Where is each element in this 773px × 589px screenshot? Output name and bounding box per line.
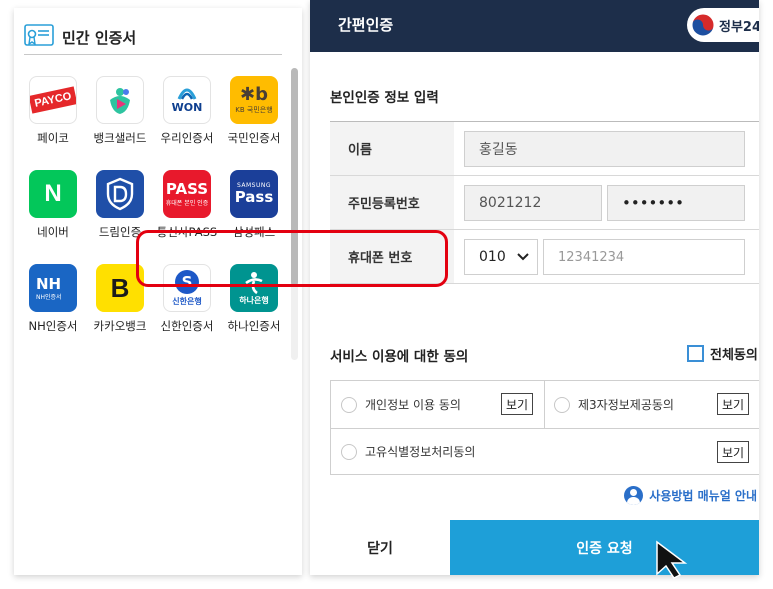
view-button[interactable]: 보기 <box>717 393 749 415</box>
radio-icon <box>554 396 570 413</box>
kb-icon: ✱b KB 국민은행 <box>230 76 278 124</box>
phone-prefix-value: 010 <box>479 249 506 265</box>
user-guide-icon <box>624 486 644 505</box>
app-nh[interactable]: NH NH인증서 NH인증서 <box>20 262 86 342</box>
samsung-pass-icon: SAMSUNG Pass <box>230 170 278 218</box>
app-label: 신한인증서 <box>160 319 214 333</box>
private-cert-panel: 민간 인증서 PAYCO 페이코 뱅크샐러드 WON 우리인증서 ✱b KB 국… <box>14 8 302 575</box>
hana-brand-text: 하나은행 <box>239 295 269 305</box>
banksalad-icon <box>96 76 144 124</box>
nh-icon: NH NH인증서 <box>29 264 77 312</box>
woori-won-icon: WON <box>163 76 211 124</box>
mouse-cursor-icon <box>656 540 688 579</box>
app-label: 카카오뱅크 <box>93 319 147 333</box>
radio-icon <box>341 443 357 460</box>
gov24-logo: 정부24 <box>687 8 759 42</box>
close-button[interactable]: 닫기 <box>310 520 450 575</box>
pass-brand-text: PASS <box>165 180 209 198</box>
checkbox-icon <box>687 345 704 362</box>
rrn-label: 주민등록번호 <box>330 176 454 229</box>
app-banksalad[interactable]: 뱅크샐러드 <box>87 74 153 154</box>
pass-sub-text: 휴대폰 본인 인증 <box>165 200 209 207</box>
header-divider <box>24 54 282 55</box>
pass-icon: PASS 휴대폰 본인 인증 <box>163 170 211 218</box>
shinhan-sub-text: 신한은행 <box>172 296 202 306</box>
app-payco[interactable]: PAYCO 페이코 <box>20 74 86 154</box>
dream-shield-icon <box>96 170 144 218</box>
app-label: 뱅크샐러드 <box>93 131 147 145</box>
auth-request-button[interactable]: 인증 요청 <box>450 520 759 575</box>
rrn-row: 주민등록번호 8021212 ••••••• <box>330 176 759 230</box>
radio-icon <box>341 396 357 413</box>
consent-title: 서비스 이용에 대한 동의 <box>330 349 469 365</box>
rrn-front-field[interactable]: 8021212 <box>464 185 602 221</box>
naver-brand-text: N <box>44 180 62 207</box>
kb-brand-text: KB 국민은행 <box>235 106 273 114</box>
app-label: 페이코 <box>37 131 69 145</box>
consent-label: 제3자정보제공동의 <box>578 398 674 412</box>
app-label: 네이버 <box>37 225 69 239</box>
nh-brand-text: NH <box>36 274 62 293</box>
name-label: 이름 <box>330 122 454 175</box>
consent-unique-id[interactable]: 고유식별정보처리동의 <box>341 428 475 475</box>
nh-sub-text: NH인증서 <box>36 293 62 301</box>
private-cert-header: 민간 인증서 <box>24 18 284 58</box>
name-field[interactable]: 홍길동 <box>464 131 745 167</box>
app-label: 국민인증서 <box>227 131 281 145</box>
simple-auth-panel: 간편인증 정부24 본인인증 정보 입력 이름 홍길동 주민등록번호 80212… <box>310 0 759 575</box>
kakaobank-brand-text: B <box>110 272 130 303</box>
chevron-down-icon <box>517 253 529 261</box>
consent-privacy[interactable]: 개인정보 이용 동의 <box>341 381 461 428</box>
gov24-logo-text: 정부24 <box>719 19 759 35</box>
simple-auth-header: 간편인증 정부24 <box>310 0 759 52</box>
rrn-back-field[interactable]: ••••••• <box>607 185 745 221</box>
naver-icon: N <box>29 170 77 218</box>
certificate-icon <box>24 24 54 46</box>
view-button[interactable]: 보기 <box>501 393 533 415</box>
phone-highlight-outline <box>136 230 448 287</box>
phone-prefix-select[interactable]: 010 <box>464 239 538 275</box>
consent-list: 개인정보 이용 동의 보기 제3자정보제공동의 보기 고유식별정보처리동의 보기 <box>330 380 759 475</box>
manual-link[interactable]: 사용방법 매뉴얼 안내 <box>624 486 757 505</box>
taegeuk-icon <box>691 13 715 37</box>
payco-icon: PAYCO <box>29 76 77 124</box>
manual-link-label: 사용방법 매뉴얼 안내 <box>649 489 757 503</box>
all-consent-label: 전체동의 <box>710 348 758 363</box>
simple-auth-title: 간편인증 <box>338 16 394 34</box>
consent-label: 개인정보 이용 동의 <box>365 398 461 412</box>
private-cert-title: 민간 인증서 <box>62 29 137 47</box>
consent-divider-vertical <box>544 381 545 428</box>
view-button[interactable]: 보기 <box>717 441 749 463</box>
scrollbar[interactable] <box>291 68 298 360</box>
kb-star-icon: ✱b <box>240 84 268 105</box>
consent-third-party[interactable]: 제3자정보제공동의 <box>554 381 674 428</box>
name-row: 이름 홍길동 <box>330 122 759 176</box>
all-consent-checkbox[interactable]: 전체동의 <box>687 344 758 363</box>
app-label: 하나인증서 <box>227 319 281 333</box>
samsung-pass-brand-text: Pass <box>234 188 274 206</box>
consent-label: 고유식별정보처리동의 <box>365 445 476 459</box>
app-woori[interactable]: WON 우리인증서 <box>154 74 220 154</box>
payco-brand-text: PAYCO <box>33 90 73 110</box>
won-brand-text: WON <box>171 100 203 114</box>
app-label: 우리인증서 <box>160 131 214 145</box>
app-kb[interactable]: ✱b KB 국민은행 국민인증서 <box>221 74 287 154</box>
app-label: NH인증서 <box>28 319 78 333</box>
app-naver[interactable]: N 네이버 <box>20 168 86 248</box>
identity-info-title: 본인인증 정보 입력 <box>330 90 439 106</box>
phone-number-field[interactable]: 12341234 <box>543 239 745 275</box>
